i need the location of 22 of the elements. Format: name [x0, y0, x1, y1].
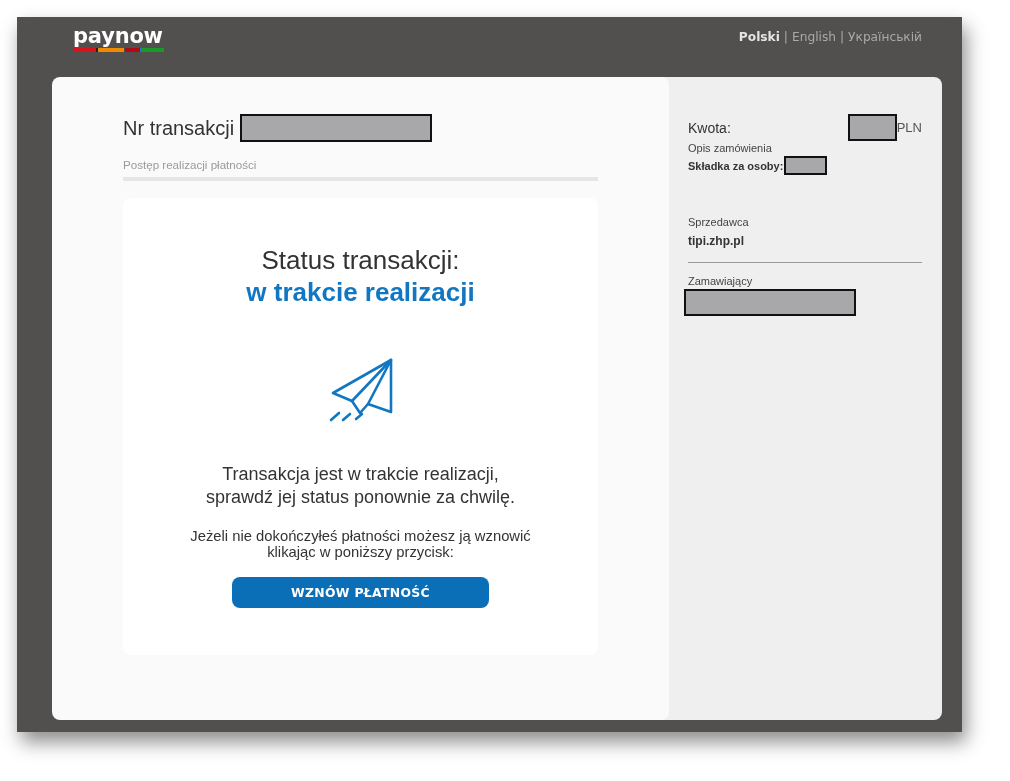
amount-label: Kwota:	[688, 119, 731, 136]
language-link[interactable]: Українській	[848, 30, 922, 44]
seller-name: tipi.zhp.pl	[688, 234, 745, 249]
status-title: Status transakcji:	[261, 245, 460, 275]
separator-text: |	[783, 30, 788, 44]
description-label: Opis zamówienia	[688, 141, 773, 155]
progress-label: Postęp realizacji płatności	[123, 158, 258, 172]
stripe-icon	[73, 48, 164, 52]
paper-plane-icon	[327, 358, 394, 422]
status-message: Transakcja jest w trakcie realizacji, sprawdź jej status ponownie za chwilę.	[205, 463, 516, 509]
buyer-label: Zamawiający	[688, 274, 754, 288]
resume-payment-button[interactable]: WZNÓW PŁATNOŚĆ	[232, 577, 489, 608]
resume-hint: Jeżeli nie dokończyłeś płatności możesz ją wznowić klikając w poniższy przycisk:	[190, 528, 531, 560]
status-value: w trakcie realizacji	[246, 277, 475, 307]
logo-text: paynow	[73, 24, 163, 49]
language-link[interactable]: Polski	[738, 30, 780, 44]
description-text: Składka za osoby:	[688, 159, 784, 172]
currency-text: PLN	[896, 120, 922, 135]
separator-text: |	[840, 30, 845, 44]
seller-label: Sprzedawca	[688, 215, 750, 229]
transaction-number-label: Nr transakcji	[123, 116, 235, 140]
language-link[interactable]: English	[791, 30, 836, 44]
